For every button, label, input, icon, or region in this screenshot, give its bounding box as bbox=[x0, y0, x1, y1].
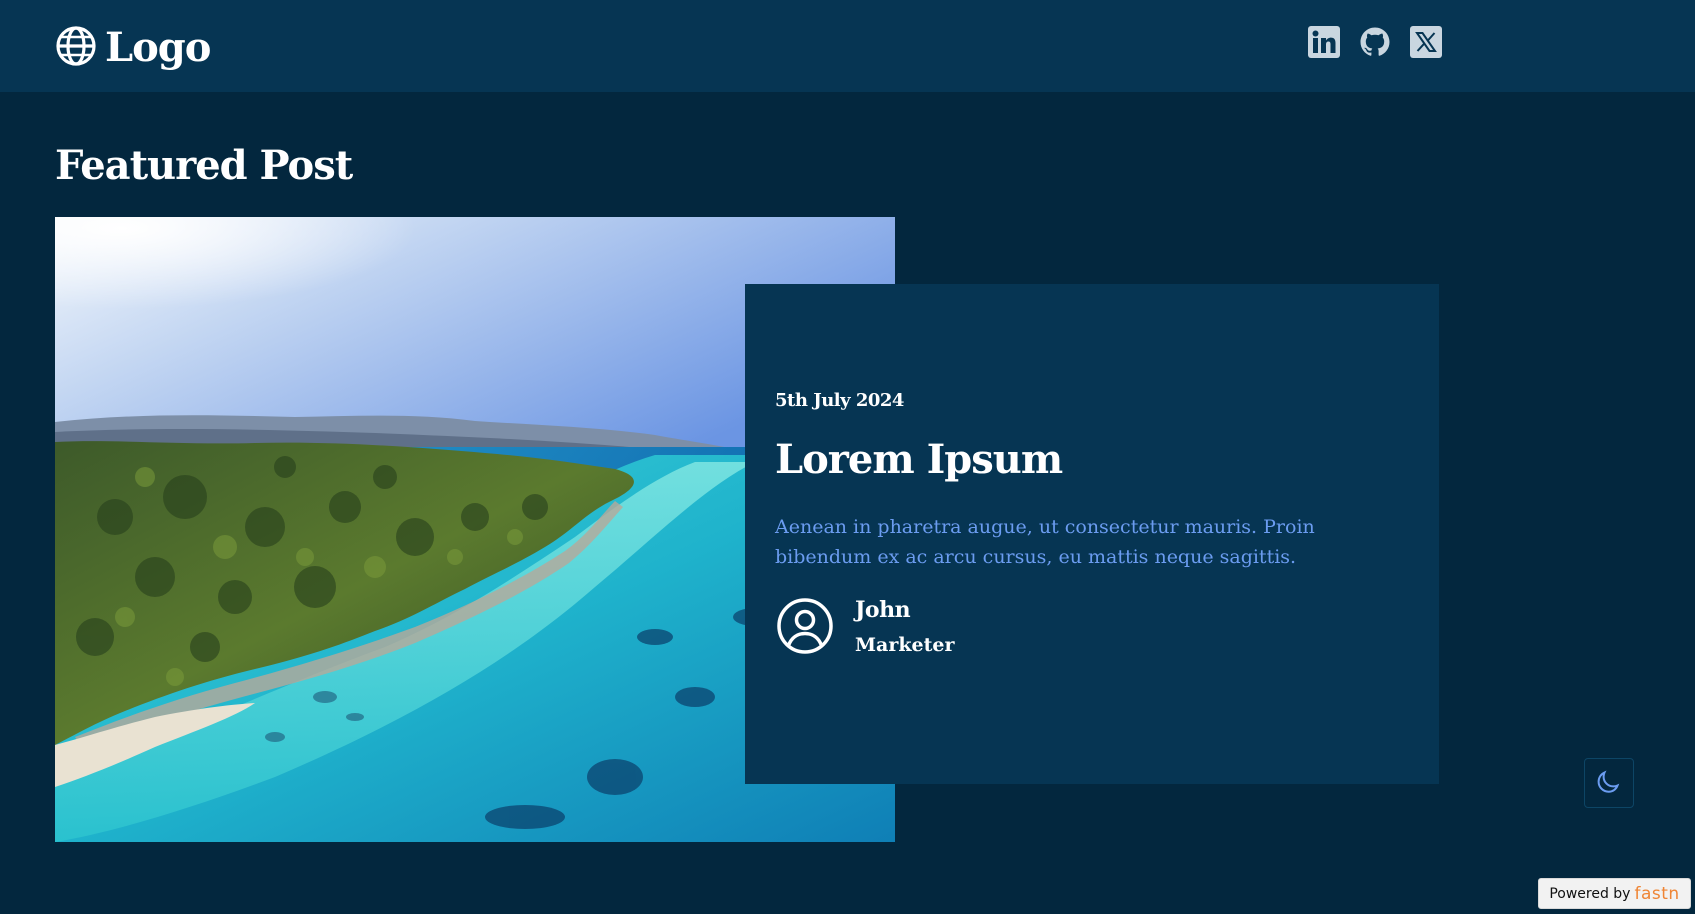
post-excerpt: Aenean in pharetra augue, ut consectetur… bbox=[775, 516, 1315, 568]
x-twitter-icon[interactable] bbox=[1410, 26, 1442, 58]
powered-by-badge[interactable]: Powered by fastn bbox=[1538, 878, 1691, 909]
linkedin-icon[interactable] bbox=[1308, 26, 1340, 58]
logo-link[interactable]: Logo bbox=[55, 24, 211, 72]
post-date: 5th July 2024 bbox=[775, 390, 904, 411]
user-circle-icon bbox=[775, 596, 835, 660]
post-title[interactable]: Lorem Ipsum bbox=[775, 434, 1063, 486]
powered-by-prefix: Powered by bbox=[1549, 885, 1631, 902]
github-icon[interactable] bbox=[1359, 26, 1391, 58]
author-info: John Marketer bbox=[855, 596, 954, 660]
theme-toggle-button[interactable] bbox=[1584, 758, 1634, 808]
powered-by-brand: fastn bbox=[1634, 883, 1680, 904]
post-author: John Marketer bbox=[775, 596, 954, 660]
section-title: Featured Post bbox=[55, 142, 353, 189]
author-role: Marketer bbox=[855, 634, 955, 656]
social-links bbox=[1308, 26, 1442, 58]
site-header: Logo bbox=[0, 0, 1695, 92]
logo-text: Logo bbox=[105, 24, 211, 71]
page: Logo Featured Post 5th July 2024 Lorem I… bbox=[0, 0, 1695, 914]
moon-icon bbox=[1596, 769, 1622, 798]
featured-post-card[interactable]: 5th July 2024 Lorem Ipsum Aenean in phar… bbox=[745, 284, 1439, 784]
globe-icon bbox=[55, 25, 97, 71]
author-name: John bbox=[855, 597, 911, 623]
